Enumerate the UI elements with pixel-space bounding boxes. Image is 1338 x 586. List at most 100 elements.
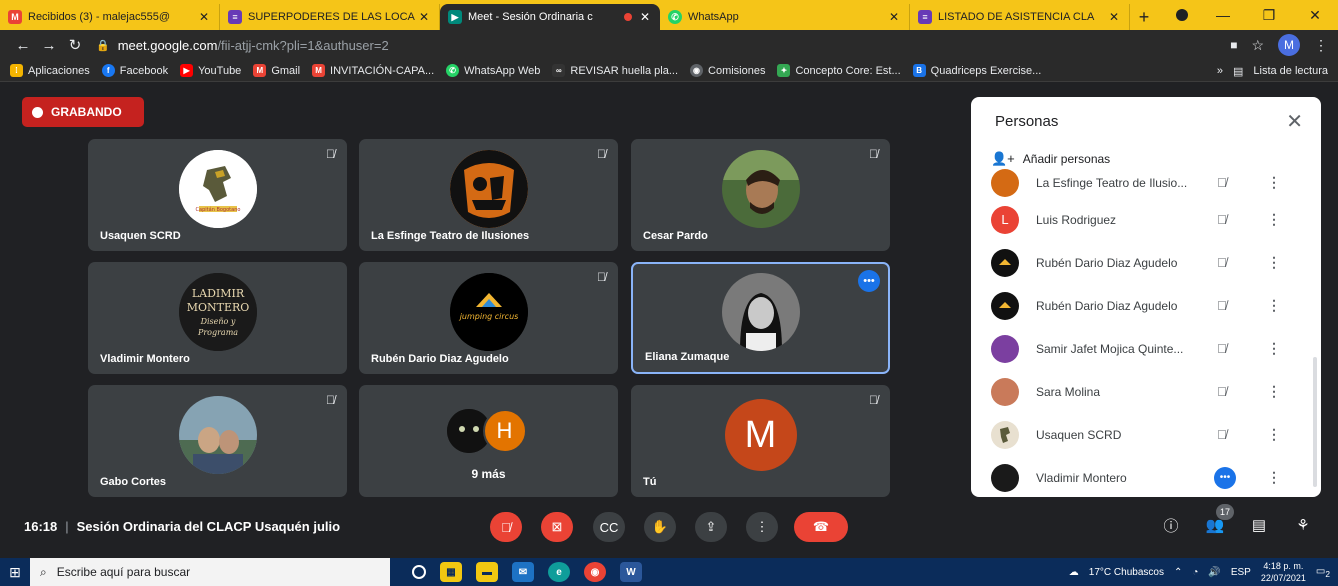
panel-scrollbar[interactable] xyxy=(1313,357,1317,487)
close-icon[interactable]: ✕ xyxy=(1286,109,1303,134)
more-options-icon[interactable]: ⋮ xyxy=(1267,254,1281,271)
network-icon[interactable]: ◔ xyxy=(1192,567,1198,578)
tab-superpoderes[interactable]: ≡ SUPERPODERES DE LAS LOCA ✕ xyxy=(220,4,440,30)
tab-close-icon[interactable]: ✕ xyxy=(1107,10,1121,24)
bookmark-revisar[interactable]: ∞ REVISAR huella pla... xyxy=(552,64,678,77)
minimize-icon[interactable]: — xyxy=(1200,7,1246,23)
participant-tile-vladimir[interactable]: LADIMIR MONTERO Diseño y Programa Vladimir … xyxy=(88,262,347,374)
chrome-icon[interactable]: ◉ xyxy=(584,562,606,582)
camera-in-use-icon[interactable]: ■ xyxy=(1230,38,1237,52)
people-button[interactable]: 👥 17 xyxy=(1202,504,1234,538)
bookmarks-overflow-button[interactable]: » xyxy=(1217,65,1223,77)
list-item[interactable]: Rubén Dario Diaz Agudelo 🎙̸ ⋮ xyxy=(971,284,1311,327)
chat-icon[interactable]: ▤ xyxy=(1246,512,1272,538)
task-view-icon[interactable] xyxy=(412,565,426,579)
windows-start-icon[interactable]: ⊞ xyxy=(0,564,30,581)
list-item[interactable]: Vladimir Montero ••• ⋮ xyxy=(971,456,1311,497)
edge-icon[interactable]: e xyxy=(548,562,570,582)
apps-grid-icon: ⁞ xyxy=(10,64,23,77)
activities-icon[interactable]: ⚘ xyxy=(1290,512,1316,538)
more-options-icon[interactable]: ⋮ xyxy=(1267,340,1281,357)
store-icon[interactable]: ▦ xyxy=(440,562,462,582)
participant-tile-ruben[interactable]: jumping circus 🎙̸ Rubén Dario Diaz Agude… xyxy=(359,262,618,374)
profile-avatar[interactable]: M xyxy=(1278,34,1300,56)
mic-toggle-button[interactable]: 🎙̸ xyxy=(490,512,522,542)
url-field[interactable]: 🔒 meet.google.com/fii-atjj-cmk?pli=1&aut… xyxy=(96,34,1230,56)
tab-meet[interactable]: ▶ Meet - Sesión Ordinaria c ✕ xyxy=(440,4,660,30)
bookmark-comisiones[interactable]: ◉ Comisiones xyxy=(690,64,765,77)
tab-close-icon[interactable]: ✕ xyxy=(887,10,901,24)
close-window-icon[interactable]: ✕ xyxy=(1292,7,1338,24)
new-tab-button[interactable]: + xyxy=(1130,4,1158,30)
recording-indicator-icon xyxy=(624,13,632,21)
more-options-icon[interactable]: ⋮ xyxy=(1267,297,1281,314)
weather-text[interactable]: 17°C Chubascos xyxy=(1089,567,1164,578)
info-icon[interactable]: ⓘ xyxy=(1158,512,1184,538)
more-options-icon[interactable]: ⋮ xyxy=(1267,211,1281,228)
bookmark-facebook[interactable]: f Facebook xyxy=(101,64,168,77)
reading-list-button[interactable]: Lista de lectura xyxy=(1253,65,1328,77)
site-icon: B xyxy=(912,64,926,77)
more-options-button[interactable]: ⋮ xyxy=(746,512,778,542)
more-options-icon[interactable]: ⋮ xyxy=(1267,174,1281,191)
participant-tile-gabo[interactable]: 🎙̸ Gabo Cortes xyxy=(88,385,347,497)
participant-options-button[interactable]: ••• xyxy=(858,270,880,292)
list-item[interactable]: Sara Molina 🎙̸ ⋮ xyxy=(971,370,1311,413)
notifications-icon[interactable]: ▭2 xyxy=(1316,566,1330,579)
bookmark-invitacion[interactable]: M INVITACIÓN-CAPA... xyxy=(312,64,434,77)
tab-close-icon[interactable]: ✕ xyxy=(197,10,211,24)
participant-tile-others[interactable]: H 9 más xyxy=(359,385,618,497)
reload-icon[interactable]: ↻ xyxy=(62,36,88,54)
bookmark-concepto-core[interactable]: ✦ Concepto Core: Est... xyxy=(777,64,901,77)
bookmark-youtube[interactable]: ▶ YouTube xyxy=(180,64,241,77)
more-options-icon[interactable]: ⋮ xyxy=(1267,383,1281,400)
recording-badge[interactable]: GRABANDO xyxy=(22,97,144,127)
list-item[interactable]: L Luis Rodriguez 🎙̸ ⋮ xyxy=(971,198,1311,241)
raise-hand-button[interactable]: ✋ xyxy=(644,512,676,542)
participant-tile-esfinge[interactable]: 🎙̸ La Esfinge Teatro de Ilusiones xyxy=(359,139,618,251)
participant-name: Rubén Dario Diaz Agudelo xyxy=(371,353,509,365)
participant-tile-self[interactable]: M 🎙̸ Tú xyxy=(631,385,890,497)
meet-icon: ▶ xyxy=(448,10,462,24)
file-explorer-icon[interactable]: ▬ xyxy=(476,562,498,582)
participant-options-button[interactable]: ••• xyxy=(1214,466,1236,489)
tab-search-icon[interactable] xyxy=(1176,9,1188,21)
more-options-icon[interactable]: ⋮ xyxy=(1267,469,1281,486)
bookmark-quadriceps[interactable]: B Quadriceps Exercise... xyxy=(912,64,1041,77)
tab-whatsapp[interactable]: ✆ WhatsApp ✕ xyxy=(660,4,910,30)
list-item[interactable]: Samir Jafet Mojica Quinte... 🎙̸ ⋮ xyxy=(971,327,1311,370)
chevron-up-icon[interactable]: ⌃ xyxy=(1174,567,1182,578)
list-item[interactable]: Usaquen SCRD 🎙̸ ⋮ xyxy=(971,413,1311,456)
participant-tile-usaquen[interactable]: Capitán Bogotano 🎙̸ Usaquen SCRD xyxy=(88,139,347,251)
taskbar-clock[interactable]: 4:18 p. m. 22/07/2021 xyxy=(1261,560,1306,584)
hand-icon: ✋ xyxy=(651,519,669,534)
mic-off-icon: 🎙̸ xyxy=(1217,212,1227,227)
camera-toggle-button[interactable]: ⊠ xyxy=(541,512,573,542)
participant-tile-eliana[interactable]: ••• Eliana Zumaque xyxy=(631,262,890,374)
bookmark-gmail[interactable]: M Gmail xyxy=(253,64,300,77)
forward-icon[interactable]: → xyxy=(36,37,62,54)
tab-close-icon[interactable]: ✕ xyxy=(638,10,652,24)
leave-call-button[interactable]: ☎ xyxy=(794,512,848,542)
bookmark-whatsapp-web[interactable]: ✆ WhatsApp Web xyxy=(446,64,540,77)
word-icon[interactable]: W xyxy=(620,562,642,582)
taskbar-search[interactable]: ⌕ Escribe aquí para buscar xyxy=(30,558,390,586)
restore-icon[interactable]: ❐ xyxy=(1246,7,1292,24)
tab-listado[interactable]: ≡ LISTADO DE ASISTENCIA CLA ✕ xyxy=(910,4,1130,30)
more-options-icon[interactable]: ⋮ xyxy=(1267,426,1281,443)
tab-close-icon[interactable]: ✕ xyxy=(417,10,431,24)
back-icon[interactable]: ← xyxy=(10,37,36,54)
participant-tile-cesar[interactable]: 🎙̸ Cesar Pardo xyxy=(631,139,890,251)
add-people-button[interactable]: 👤+ Añadir personas xyxy=(991,151,1110,167)
mail-icon[interactable]: ✉ xyxy=(512,562,534,582)
list-item[interactable]: Rubén Dario Diaz Agudelo 🎙̸ ⋮ xyxy=(971,241,1311,284)
captions-button[interactable]: CC xyxy=(593,512,625,542)
tab-gmail[interactable]: M Recibidos (3) - malejac555@ ✕ xyxy=(0,4,220,30)
lang-indicator[interactable]: ESP xyxy=(1231,567,1251,578)
browser-menu-icon[interactable]: ⋮ xyxy=(1314,37,1328,54)
volume-icon[interactable]: 🔊 xyxy=(1208,567,1220,578)
avatar xyxy=(991,420,1019,449)
bookmark-apps[interactable]: ⁞ Aplicaciones xyxy=(10,64,90,77)
bookmark-star-icon[interactable]: ☆ xyxy=(1251,37,1264,54)
present-screen-button[interactable]: ⇪ xyxy=(695,512,727,542)
